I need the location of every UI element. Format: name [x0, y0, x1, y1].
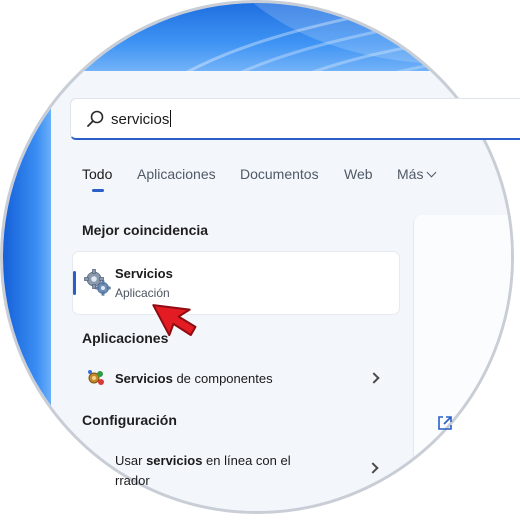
search-icon	[87, 110, 104, 127]
settings-result-line2: rrador	[115, 473, 150, 488]
text-caret	[170, 110, 172, 127]
chevron-down-icon	[427, 167, 437, 178]
best-match-heading: Mejor coincidencia	[82, 222, 209, 238]
preview-pane	[413, 215, 511, 511]
tab-web[interactable]: Web	[344, 166, 373, 182]
search-query: servicios	[111, 110, 172, 128]
open-external-icon[interactable]	[436, 414, 454, 432]
active-tab-indicator	[92, 189, 104, 192]
services-gear-icon	[84, 269, 111, 296]
tab-mas[interactable]: Más	[397, 166, 437, 182]
component-services-label-bold: Servicios	[115, 371, 173, 386]
settings-line1-bold: servicios	[146, 453, 203, 468]
tab-mas-label: Más	[397, 166, 424, 182]
tab-documentos[interactable]: Documentos	[240, 166, 319, 182]
component-services-label: Servicios de componentes	[115, 371, 273, 386]
wallpaper-left	[3, 83, 51, 511]
settings-heading: Configuración	[82, 412, 177, 428]
settings-line1-post: en línea con el	[202, 453, 291, 468]
best-match-result[interactable]	[73, 252, 399, 314]
search-input[interactable]: servicios	[70, 98, 520, 140]
settings-line1-pre: Usar	[115, 453, 147, 468]
component-services-label-rest: de componentes	[172, 371, 273, 386]
apps-heading: Aplicaciones	[82, 330, 169, 346]
component-services-icon	[88, 370, 104, 385]
tab-todo[interactable]: Todo	[82, 166, 112, 182]
settings-result-line1: Usar servicios en línea con el	[115, 453, 291, 468]
best-match-title: Servicios	[115, 266, 173, 281]
tab-aplicaciones[interactable]: Aplicaciones	[137, 166, 216, 182]
selection-indicator	[73, 271, 76, 295]
